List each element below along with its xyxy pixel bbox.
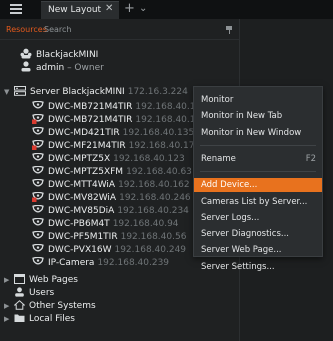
chevron-right-icon[interactable]: ▶ — [4, 315, 14, 323]
camera-name: DWC-PB6M4T — [48, 219, 110, 229]
camera-icon — [32, 257, 44, 265]
camera-icon — [32, 140, 44, 150]
rename-label: Rename — [201, 154, 236, 164]
menu-separator — [200, 171, 316, 172]
server-name: Server BlackjackMINI — [30, 87, 125, 97]
camera-name: DWC-MB721M4TIR — [48, 102, 133, 112]
menu-item-server-settings[interactable]: Server Settings... — [194, 260, 322, 274]
server-ip: 172.16.3.224 — [127, 87, 188, 97]
menu-item-monitor-new-window[interactable]: Monitor in New Window — [194, 126, 322, 140]
camera-ip: 192.168.40.1 — [135, 102, 196, 112]
users-icon — [15, 287, 24, 297]
main-menu-icon[interactable] — [10, 4, 22, 14]
camera-icon — [32, 153, 44, 161]
camera-name: DWC-MPTZ5X — [48, 154, 111, 164]
camera-name: IP-Camera — [48, 258, 95, 268]
menu-item-server-diagnostics[interactable]: Server Diagnostics... — [194, 227, 322, 241]
system-name: BlackjackMINI — [36, 50, 99, 60]
camera-name: DWC-MPTZ5XFM — [48, 167, 124, 177]
camera-icon — [32, 192, 44, 202]
menu-separator — [200, 145, 316, 146]
add-tab-icon[interactable]: + — [124, 1, 135, 16]
camera-icon — [32, 244, 44, 252]
camera-icon — [32, 218, 44, 226]
menu-item-add-device[interactable]: Add Device... — [194, 178, 322, 192]
camera-name: DWC-MB721M4TIR — [48, 115, 133, 125]
camera-ip: 192.168.40.246 — [119, 193, 191, 203]
close-icon[interactable]: ✕ — [105, 3, 113, 14]
tab-resources[interactable]: Resources — [6, 25, 47, 34]
users-label: Users — [29, 288, 55, 298]
current-user-row[interactable]: admin – Owner — [20, 61, 104, 73]
camera-ip: 192.168.40.123 — [113, 154, 185, 164]
camera-ip: 192.168.40.94 — [112, 219, 179, 229]
system-row[interactable]: BlackjackMINI — [20, 48, 98, 60]
menu-item-rename[interactable]: Rename F2 — [194, 152, 322, 166]
pin-icon[interactable] — [226, 26, 232, 34]
menu-item-monitor[interactable]: Monitor — [194, 93, 322, 107]
camera-name: DWC-MV82WiA — [48, 193, 117, 203]
camera-name: DWC-PVX16W — [48, 245, 112, 255]
tree-item-web-pages[interactable]: ▶ Web Pages — [4, 274, 78, 287]
web-pages-label: Web Pages — [29, 275, 78, 285]
menu-item-server-logs[interactable]: Server Logs... — [194, 211, 322, 225]
local-files-label: Local Files — [29, 314, 75, 324]
context-menu: Monitor Monitor in New Tab Monitor in Ne… — [193, 86, 323, 257]
menu-item-monitor-new-tab[interactable]: Monitor in New Tab — [194, 109, 322, 123]
camera-icon — [32, 179, 44, 187]
chevron-down-icon[interactable]: ▼ — [4, 88, 14, 96]
chevron-right-icon[interactable]: ▶ — [4, 276, 14, 284]
folder-icon — [14, 314, 25, 322]
tree-item-users[interactable]: Users — [4, 287, 54, 300]
camera-name: DWC-MD421TIR — [48, 128, 120, 138]
camera-icon — [32, 114, 44, 124]
chevron-right-icon[interactable]: ▶ — [4, 302, 14, 310]
camera-icon — [32, 166, 44, 174]
user-role: – Owner — [64, 63, 104, 73]
title-bar: New Layout ✕ + ⌄ — [0, 0, 333, 19]
camera-ip: 192.168.40.1 — [135, 115, 196, 125]
web-page-icon — [14, 274, 25, 284]
camera-icon — [32, 127, 44, 135]
panel-tabs: Resources Search — [0, 19, 240, 40]
camera-ip: 192.168.40.17 — [128, 141, 195, 151]
camera-name: DWC-MF21M4TIR — [48, 141, 126, 151]
user-icon — [21, 61, 31, 72]
chevron-down-icon[interactable]: ⌄ — [139, 3, 147, 14]
camera-name: DWC-MV85DiA — [48, 206, 115, 216]
home-icon — [14, 300, 25, 310]
camera-icon — [32, 231, 44, 239]
menu-item-cameras-list[interactable]: Cameras List by Server... — [194, 195, 322, 209]
camera-ip: 192.168.40.239 — [97, 258, 170, 268]
tree-item-local-files[interactable]: ▶ Local Files — [4, 313, 75, 326]
camera-ip: 192.168.40.249 — [114, 245, 187, 255]
camera-ip: 192.168.40.135 — [122, 128, 195, 138]
camera-ip: 192.168.40.162 — [118, 180, 190, 190]
tree-item-other-systems[interactable]: ▶ Other Systems — [4, 300, 96, 313]
camera-icon — [32, 101, 44, 109]
rename-shortcut: F2 — [305, 154, 316, 164]
camera-name: DWC-PF5M1TIR — [48, 232, 118, 242]
tab-label: New Layout — [48, 5, 102, 15]
system-icon — [20, 48, 32, 59]
camera-name: DWC-MTT4WiA — [48, 180, 116, 190]
menu-item-server-web-page[interactable]: Server Web Page... — [194, 243, 322, 257]
user-name: admin — [36, 63, 65, 73]
camera-ip: 192.168.40.63 — [126, 167, 192, 177]
camera-ip: 192.168.40.234 — [117, 206, 189, 216]
camera-icon — [32, 205, 44, 213]
other-systems-label: Other Systems — [29, 301, 96, 311]
tab-search[interactable]: Search — [44, 25, 71, 34]
camera-ip: 192.168.40.56 — [120, 232, 187, 242]
server-icon — [14, 86, 26, 96]
